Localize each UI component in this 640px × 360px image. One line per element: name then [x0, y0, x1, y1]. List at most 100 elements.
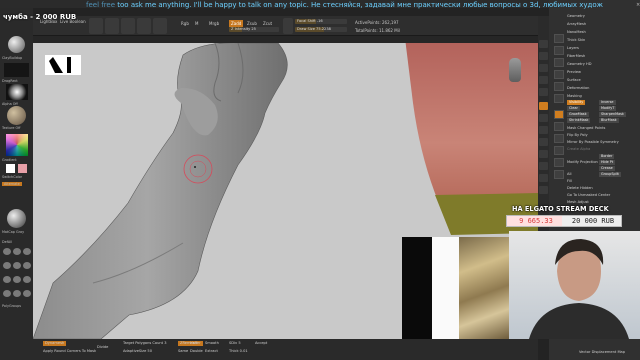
mask-changed-points[interactable]: Mask Changed Points [567, 126, 605, 131]
persp-button[interactable] [539, 102, 548, 110]
material-icon[interactable] [7, 209, 26, 228]
half-button[interactable]: Half [190, 341, 197, 346]
move-button[interactable] [121, 18, 135, 34]
sdiv-slider[interactable]: SDiv 5 [229, 341, 241, 346]
zoom-button[interactable] [539, 64, 548, 72]
menu-thick-skin[interactable]: Thick Skin [567, 38, 585, 43]
nav-icon-12[interactable] [554, 170, 564, 179]
menu-geometry[interactable]: Geometry [567, 14, 585, 19]
blur-mask-button[interactable]: BlurMask [599, 118, 619, 123]
nav-icon-8[interactable] [554, 122, 564, 131]
matcap-row-4[interactable] [3, 290, 31, 297]
menu-masking[interactable]: Masking [567, 94, 582, 99]
scale-button[interactable] [137, 18, 151, 34]
nav-icon-11[interactable] [554, 158, 564, 167]
mrgb-button[interactable]: Mrgb [209, 20, 219, 27]
inverse-button[interactable]: Inverse [599, 100, 616, 105]
accept-button[interactable]: Accept [255, 341, 267, 346]
aahalf-button[interactable] [539, 88, 548, 96]
clear-button[interactable]: Clear [567, 106, 580, 111]
texture-icon[interactable] [7, 106, 26, 125]
stroke-icon[interactable] [4, 63, 29, 77]
modify-projection[interactable]: Modify Projection [567, 160, 598, 165]
go-unmasked-center[interactable]: Go To Unmasked Center [567, 193, 610, 198]
nav-icon-5[interactable] [554, 82, 564, 91]
menu-fibermesh[interactable]: FiberMesh [567, 54, 585, 59]
nav-icon-2[interactable] [554, 46, 564, 55]
adaptive-size-slider[interactable]: AdaptiveSize 50 [123, 349, 152, 354]
move-view-button[interactable] [539, 150, 548, 158]
edit-button[interactable] [89, 18, 103, 34]
vector-displacement-map[interactable]: Vector Displacement Map [579, 350, 625, 355]
zadd-button[interactable]: Zadd [229, 20, 244, 27]
create-alpha[interactable]: Create Alpha [567, 147, 590, 152]
navigation-head-thumbnail[interactable] [509, 58, 521, 82]
nav-icon-1[interactable] [554, 34, 564, 43]
color-picker[interactable] [6, 134, 28, 156]
zsub-button[interactable]: Zsub [247, 20, 257, 27]
extract-button[interactable]: Extract [205, 349, 218, 354]
double-button[interactable]: Double [190, 349, 203, 354]
close-icon[interactable]: × [636, 2, 640, 8]
nav-icon-10[interactable] [554, 146, 564, 155]
same-button[interactable]: Same [178, 349, 188, 354]
actual-button[interactable] [539, 76, 548, 84]
switch-color-label[interactable]: SwitchColor [2, 175, 22, 179]
draw-size-slider[interactable]: Draw Size 75.2238 [295, 27, 347, 32]
focal-shift-slider[interactable]: Focal Shift -16 [295, 19, 347, 24]
zoom3d-button[interactable] [539, 162, 548, 170]
mirror-by-symmetry[interactable]: Mirror By Possible Symmetry [567, 140, 619, 145]
floor-button[interactable] [539, 114, 548, 122]
nav-icon-9[interactable] [554, 134, 564, 143]
local-button[interactable] [539, 126, 548, 134]
thick-slider[interactable]: Thick 0.01 [229, 349, 248, 354]
frame-button[interactable] [539, 138, 548, 146]
delete-hidden[interactable]: Delete Hidden [567, 186, 593, 191]
visibility-button[interactable]: Visibility [567, 100, 586, 105]
scroll-button[interactable] [539, 52, 548, 60]
rotate-button[interactable] [153, 18, 167, 34]
hide-pt-button[interactable]: Hide Pt [599, 160, 616, 165]
draw-button[interactable] [105, 18, 119, 34]
menu-preview[interactable]: Preview [567, 70, 581, 75]
polyframe-button[interactable] [539, 186, 548, 194]
target-polygons-slider[interactable]: Target Polygons Count 3 [123, 341, 167, 346]
modify-button[interactable]: ModifyT [599, 106, 617, 111]
z-intensity-slider[interactable]: Z Intensity 25 [229, 27, 279, 32]
brush-icon[interactable] [8, 36, 25, 53]
main-color-swatch[interactable] [6, 164, 15, 173]
sharpen-mask-button[interactable]: SharpenMask [599, 112, 626, 117]
rgb-button[interactable]: Rgb [181, 20, 189, 27]
menu-arraymesh[interactable]: ArrayMesh [567, 22, 586, 27]
zcut-button[interactable]: Zcut [263, 20, 272, 27]
flip-by-polygroup[interactable]: Flip By Poly [567, 133, 588, 138]
matcap-row-1[interactable] [3, 248, 31, 255]
bpr-button[interactable] [539, 40, 548, 48]
fill-button[interactable]: Fill [567, 179, 572, 184]
menu-layers[interactable]: Layers [567, 46, 579, 51]
nav-icon-7[interactable] [554, 110, 564, 119]
alternate-button[interactable]: Alternate [2, 182, 22, 186]
matcap-row-2[interactable] [3, 262, 31, 269]
menu-geometry-hd[interactable]: Geometry HD [567, 62, 592, 67]
matcap-row-3[interactable] [3, 276, 31, 283]
border-button[interactable]: Border [599, 154, 615, 159]
alpha-icon[interactable] [6, 84, 28, 100]
smooth-button[interactable]: Smooth [205, 341, 219, 346]
dynamesh-button[interactable]: Dynamesh [43, 341, 67, 346]
nav-icon-3[interactable] [554, 58, 564, 67]
divide-button[interactable]: Divide [97, 345, 108, 350]
group-split-button[interactable]: GroupSplit [599, 172, 621, 177]
m-button[interactable]: M [195, 20, 198, 27]
symmetry-icon[interactable] [283, 18, 293, 34]
shrink-mask-button[interactable]: ShrinkMask [567, 118, 591, 123]
menu-surface[interactable]: Surface [567, 78, 581, 83]
grow-mask-button[interactable]: GrowMask [567, 112, 589, 117]
rotate-view-button[interactable] [539, 174, 548, 182]
crease-button[interactable]: Crease [599, 166, 615, 171]
secondary-color-swatch[interactable] [18, 164, 27, 173]
nav-icon-4[interactable] [554, 70, 564, 79]
apply-round-corners[interactable]: Apply Round Corners To Mask [43, 349, 96, 354]
all-button[interactable]: All [567, 172, 571, 177]
menu-nanomesh[interactable]: NanoMesh [567, 30, 586, 35]
